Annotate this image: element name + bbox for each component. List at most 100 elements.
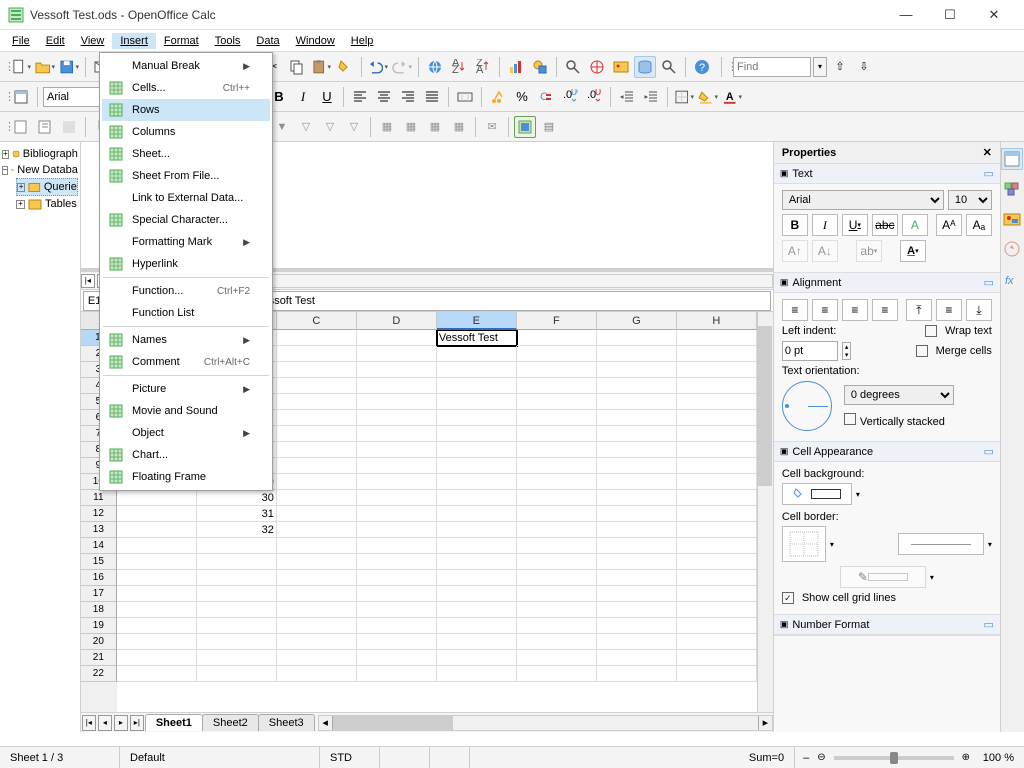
cell-G18[interactable] [597,602,677,618]
cell-E11[interactable] [437,490,517,506]
cell-H14[interactable] [677,538,757,554]
row-header-15[interactable]: 15 [81,554,117,570]
cell-B14[interactable] [197,538,277,554]
chk-merge[interactable] [916,345,928,357]
cell-F4[interactable] [517,378,597,394]
prop-highlight[interactable]: ab▾ [856,240,882,262]
cell-H3[interactable] [677,362,757,378]
col-header-C[interactable]: C [277,312,357,330]
cell-F5[interactable] [517,394,597,410]
menu-window[interactable]: Window [288,33,343,49]
cell-E6[interactable] [437,410,517,426]
prop-border-style[interactable] [898,533,984,555]
cell-A16[interactable] [117,570,197,586]
prop-border-color[interactable]: ✎ [840,566,926,588]
close-button[interactable]: ✕ [972,1,1016,29]
tree-newdb[interactable]: – New Databa [2,162,78,178]
cell-H6[interactable] [677,410,757,426]
cell-B12[interactable]: 31 [197,506,277,522]
cell-E12[interactable] [437,506,517,522]
tab-next[interactable]: ▸ [114,715,128,731]
cell-H8[interactable] [677,442,757,458]
col-header-H[interactable]: H [677,312,757,330]
remove-decimal-button[interactable]: .00 [583,86,605,108]
menu-item-rows[interactable]: Rows [102,99,270,121]
underline-button[interactable]: U [316,86,338,108]
fontcolor-button[interactable]: A▾ [721,86,743,108]
menu-data[interactable]: Data [248,33,287,49]
help-button[interactable]: ? [691,56,713,78]
hyperlink-icon[interactable] [424,56,446,78]
menu-item-chart-[interactable]: Chart... [102,444,270,466]
cell-C15[interactable] [277,554,357,570]
cell-D16[interactable] [357,570,437,586]
cell-G10[interactable] [597,474,677,490]
cell-F19[interactable] [517,618,597,634]
props-align-header[interactable]: ▣Alignment▭ [774,273,1000,293]
prop-valign-b[interactable]: ⤓ [966,299,992,321]
db-new-icon[interactable] [10,116,32,138]
cell-F12[interactable] [517,506,597,522]
cell-F3[interactable] [517,362,597,378]
cell-G11[interactable] [597,490,677,506]
prop-fontcolor[interactable]: A ▾ [900,240,926,262]
zoom-button[interactable] [658,56,680,78]
maximize-button[interactable]: ☐ [928,1,972,29]
prop-valign-m[interactable]: ≡ [936,299,962,321]
cell-G19[interactable] [597,618,677,634]
minimize-button[interactable]: — [884,1,928,29]
cell-H16[interactable] [677,570,757,586]
row-header-20[interactable]: 20 [81,634,117,650]
cell-H21[interactable] [677,650,757,666]
menu-view[interactable]: View [73,33,113,49]
tab-last[interactable]: ▸| [130,715,144,731]
deck-gallery-icon[interactable] [1001,208,1023,230]
formula-input[interactable]: Vessoft Test [251,291,771,311]
cell-C18[interactable] [277,602,357,618]
cell-D14[interactable] [357,538,437,554]
tab-prev[interactable]: ◂ [98,715,112,731]
more-icon[interactable]: ▭ [983,618,993,631]
cell-G22[interactable] [597,666,677,682]
cell-E20[interactable] [437,634,517,650]
cell-B20[interactable] [197,634,277,650]
cell-F8[interactable] [517,442,597,458]
cell-F2[interactable] [517,346,597,362]
db-explore[interactable]: ▤ [538,116,560,138]
menu-item-cells-[interactable]: Cells...Ctrl++ [102,77,270,99]
drawing-button[interactable] [529,56,551,78]
db-rmfilter[interactable]: ▽ [343,116,365,138]
cell-E18[interactable] [437,602,517,618]
cell-G5[interactable] [597,394,677,410]
prop-indent[interactable] [782,341,838,361]
tab-first[interactable]: |◂ [82,715,96,731]
cell-G6[interactable] [597,410,677,426]
cell-E8[interactable] [437,442,517,458]
percent-button[interactable]: % [511,86,533,108]
new-doc-button[interactable]: ▾ [10,56,32,78]
col-header-D[interactable]: D [357,312,437,330]
cell-C3[interactable] [277,362,357,378]
cell-D8[interactable] [357,442,437,458]
col-header-E[interactable]: E [437,312,517,330]
menu-item-formatting-mark[interactable]: Formatting Mark▶ [102,231,270,253]
cell-D17[interactable] [357,586,437,602]
cell-G17[interactable] [597,586,677,602]
cell-H20[interactable] [677,634,757,650]
cell-D12[interactable] [357,506,437,522]
cell-D13[interactable] [357,522,437,538]
cell-G16[interactable] [597,570,677,586]
cell-C12[interactable] [277,506,357,522]
find-next-button[interactable]: ⇩ [853,56,875,78]
deck-styles-icon[interactable] [1001,178,1023,200]
cell-D21[interactable] [357,650,437,666]
chk-vstack[interactable] [844,413,856,425]
menu-item-function-list[interactable]: Function List [102,302,270,324]
prop-bgcolor[interactable] [782,483,852,505]
gallery-button[interactable] [610,56,632,78]
cell-F10[interactable] [517,474,597,490]
cell-E15[interactable] [437,554,517,570]
row-header-17[interactable]: 17 [81,586,117,602]
db-col4[interactable]: ▦ [448,116,470,138]
cell-C10[interactable] [277,474,357,490]
